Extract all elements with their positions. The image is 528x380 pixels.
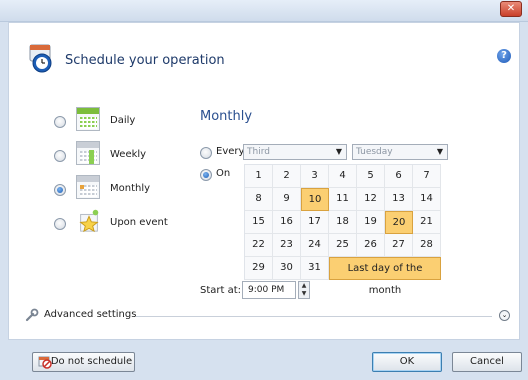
calendar-day-selected[interactable]: 10 (301, 188, 329, 211)
every-label: Every (216, 146, 245, 157)
calendar-day[interactable]: 19 (357, 211, 385, 234)
calendar-day[interactable]: 24 (301, 234, 329, 257)
chevron-down-icon: ▼ (335, 147, 342, 156)
last-day-of-month-option[interactable]: Last day of the month (329, 257, 441, 296)
monthly-calendar-icon (76, 175, 102, 201)
star-event-icon (79, 209, 99, 233)
calendar-day[interactable]: 13 (385, 188, 413, 211)
dialog-header: Schedule your operation ? (9, 23, 519, 93)
calendar-day[interactable]: 16 (273, 211, 301, 234)
expand-chevron-icon[interactable]: ⌄ (499, 310, 510, 321)
daily-calendar-icon (76, 107, 102, 133)
schedule-clock-icon (29, 44, 52, 73)
weekly-label: Weekly (110, 149, 147, 160)
monthly-section-title: Monthly (200, 109, 253, 124)
dialog-content: Schedule your operation ? Daily Weekly M… (8, 22, 520, 340)
calendar-day[interactable]: 1 (245, 165, 273, 188)
help-icon[interactable]: ? (497, 49, 511, 63)
ok-button[interactable]: OK (372, 352, 442, 372)
week-ordinal-select[interactable]: Third ▼ (243, 144, 347, 160)
advanced-settings-label: Advanced settings (44, 309, 137, 320)
advanced-settings-row[interactable]: Advanced settings ⌄ (9, 307, 519, 325)
calendar-day[interactable]: 6 (385, 165, 413, 188)
calendar-day[interactable]: 15 (245, 211, 273, 234)
calendar-day[interactable]: 17 (301, 211, 329, 234)
week-ordinal-value: Third (247, 147, 270, 157)
schedule-option-daily[interactable]: Daily (9, 107, 189, 137)
calendar-day[interactable]: 29 (245, 257, 273, 280)
upon-event-label: Upon event (110, 217, 168, 228)
monthly-label: Monthly (110, 183, 151, 194)
calendar-day-selected[interactable]: 20 (385, 211, 413, 234)
every-radio[interactable] (200, 147, 212, 159)
monthly-radio[interactable] (54, 184, 66, 196)
calendar-day[interactable]: 14 (413, 188, 441, 211)
calendar-day[interactable]: 18 (329, 211, 357, 234)
calendar-day[interactable]: 30 (273, 257, 301, 280)
divider (136, 316, 492, 317)
calendar-day[interactable]: 23 (273, 234, 301, 257)
upon-event-radio[interactable] (54, 218, 66, 230)
schedule-option-upon-event[interactable]: Upon event (9, 209, 189, 239)
no-schedule-icon (38, 356, 52, 369)
calendar-day[interactable]: 12 (357, 188, 385, 211)
schedule-option-weekly[interactable]: Weekly (9, 141, 189, 171)
weekly-radio[interactable] (54, 150, 66, 162)
do-not-schedule-label: Do not schedule (50, 356, 133, 367)
title-bar: ✕ (0, 0, 528, 22)
calendar-day[interactable]: 27 (385, 234, 413, 257)
chevron-down-icon: ▼ (436, 147, 443, 156)
calendar-day[interactable]: 25 (329, 234, 357, 257)
calendar-day[interactable]: 8 (245, 188, 273, 211)
calendar-day[interactable]: 11 (329, 188, 357, 211)
calendar-day[interactable]: 26 (357, 234, 385, 257)
do-not-schedule-button[interactable]: Do not schedule (32, 352, 135, 372)
weekday-select[interactable]: Tuesday ▼ (352, 144, 448, 160)
daily-radio[interactable] (54, 116, 66, 128)
weekday-value: Tuesday (356, 147, 393, 157)
start-at-label: Start at: (200, 285, 242, 296)
on-label: On (216, 168, 231, 179)
weekly-calendar-icon (76, 141, 102, 167)
calendar-day[interactable]: 4 (329, 165, 357, 188)
start-time-input[interactable]: 9:00 PM (242, 281, 296, 299)
wrench-icon (25, 308, 39, 322)
calendar-day[interactable]: 5 (357, 165, 385, 188)
daily-label: Daily (110, 115, 136, 126)
calendar-day[interactable]: 3 (301, 165, 329, 188)
day-of-month-calendar: 1 2 3 4 5 6 7 8 9 10 11 12 13 14 15 16 1… (244, 164, 441, 296)
time-spinner[interactable]: ▲ ▼ (298, 281, 310, 299)
calendar-day[interactable]: 28 (413, 234, 441, 257)
calendar-day[interactable]: 21 (413, 211, 441, 234)
calendar-day[interactable]: 31 (301, 257, 329, 280)
calendar-day[interactable]: 7 (413, 165, 441, 188)
schedule-option-monthly[interactable]: Monthly (9, 175, 189, 205)
page-title: Schedule your operation (65, 53, 225, 68)
close-icon[interactable]: ✕ (500, 1, 522, 17)
calendar-day[interactable]: 22 (245, 234, 273, 257)
on-radio[interactable] (200, 169, 212, 181)
cancel-button[interactable]: Cancel (452, 352, 522, 372)
calendar-day[interactable]: 9 (273, 188, 301, 211)
calendar-day[interactable]: 2 (273, 165, 301, 188)
